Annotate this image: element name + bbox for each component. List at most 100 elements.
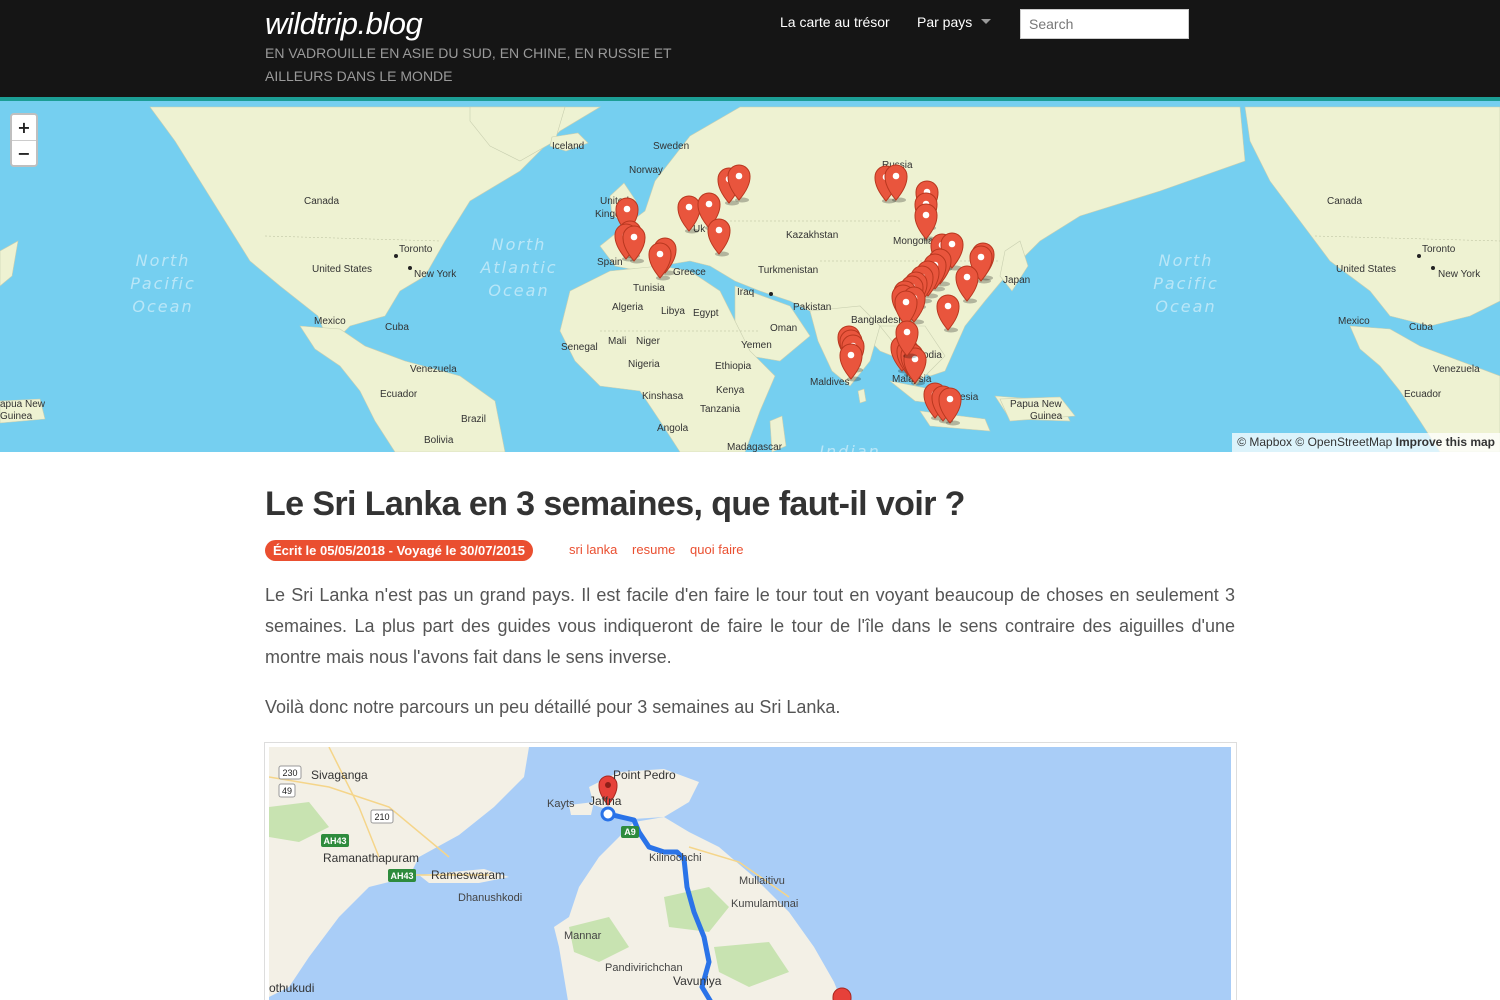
svg-text:Ethiopia: Ethiopia <box>715 361 752 372</box>
post-paragraph: Le Sri Lanka n'est pas un grand pays. Il… <box>265 585 1235 667</box>
route-start-icon <box>600 806 616 822</box>
svg-text:Venezuela: Venezuela <box>1433 364 1480 375</box>
svg-text:A9: A9 <box>624 827 636 837</box>
nav-by-country-dropdown[interactable]: Par pays <box>917 14 992 30</box>
svg-text:Kinshasa: Kinshasa <box>642 391 684 402</box>
svg-text:apua New: apua New <box>0 399 46 410</box>
svg-text:Ocean: Ocean <box>488 281 549 300</box>
svg-text:United States: United States <box>1336 264 1396 275</box>
svg-text:Guinea: Guinea <box>0 411 33 422</box>
zoom-out-button[interactable]: − <box>12 140 36 165</box>
svg-text:Canada: Canada <box>1327 196 1362 207</box>
svg-text:United States: United States <box>312 264 372 275</box>
svg-text:Sweden: Sweden <box>653 141 689 152</box>
nav-treasure-map[interactable]: La carte au trésor <box>780 14 890 30</box>
svg-text:230: 230 <box>282 768 297 778</box>
svg-text:Oman: Oman <box>770 323 797 334</box>
svg-text:Iraq: Iraq <box>737 287 754 298</box>
svg-text:North: North <box>1159 251 1214 270</box>
svg-text:Vavuniya: Vavuniya <box>673 974 722 988</box>
svg-text:Venezuela: Venezuela <box>410 364 457 375</box>
svg-text:Ecuador: Ecuador <box>1404 389 1442 400</box>
svg-text:Pacific: Pacific <box>130 274 196 293</box>
svg-text:Indian: Indian <box>819 442 880 452</box>
svg-text:Senegal: Senegal <box>561 342 598 353</box>
world-map[interactable]: North Pacific Ocean North Atlantic Ocean… <box>0 101 1500 452</box>
svg-text:Yemen: Yemen <box>741 340 772 351</box>
post-title: Le Sri Lanka en 3 semaines, que faut-il … <box>265 485 965 523</box>
svg-text:Kazakhstan: Kazakhstan <box>786 230 838 241</box>
svg-text:210: 210 <box>374 812 389 822</box>
svg-text:Maldives: Maldives <box>810 377 849 388</box>
svg-text:Niger: Niger <box>636 336 661 347</box>
svg-text:Cuba: Cuba <box>385 322 409 333</box>
svg-text:Mannar: Mannar <box>564 930 602 942</box>
svg-text:Pakistan: Pakistan <box>793 302 831 313</box>
svg-text:Kayts: Kayts <box>547 798 575 810</box>
svg-text:Egypt: Egypt <box>693 308 719 319</box>
svg-text:Libya: Libya <box>661 306 685 317</box>
site-tagline: EN VADROUILLE EN ASIE DU SUD, EN CHINE, … <box>265 45 672 84</box>
svg-text:Kenya: Kenya <box>716 385 745 396</box>
svg-text:Toronto: Toronto <box>399 244 433 255</box>
svg-text:Angola: Angola <box>657 423 689 434</box>
tag-link[interactable]: sri lanka <box>569 542 617 557</box>
map-attribution: © Mapbox © OpenStreetMap Improve this ma… <box>1232 433 1500 452</box>
svg-text:Turkmenistan: Turkmenistan <box>758 265 818 276</box>
svg-text:AH43: AH43 <box>390 871 413 881</box>
osm-attribution-link[interactable]: © OpenStreetMap <box>1295 435 1392 449</box>
svg-text:Spain: Spain <box>597 257 623 268</box>
site-title-link[interactable]: wildtrip.blog <box>265 6 423 42</box>
svg-text:Rameswaram: Rameswaram <box>431 868 505 882</box>
svg-text:Bangladesh: Bangladesh <box>851 315 904 326</box>
svg-text:North: North <box>492 235 547 254</box>
svg-text:Cuba: Cuba <box>1409 322 1433 333</box>
svg-text:Papua New: Papua New <box>1010 399 1062 410</box>
svg-text:Ocean: Ocean <box>132 297 193 316</box>
svg-text:New York: New York <box>1438 269 1481 280</box>
svg-text:Atlantic: Atlantic <box>479 258 557 277</box>
world-map-canvas: North Pacific Ocean North Atlantic Ocean… <box>0 106 1500 452</box>
svg-text:Jaffna: Jaffna <box>589 794 622 808</box>
svg-text:Mullaitivu: Mullaitivu <box>739 875 785 887</box>
search-input[interactable] <box>1020 9 1189 39</box>
svg-text:Point Pedro: Point Pedro <box>613 768 676 782</box>
svg-text:Brazil: Brazil <box>461 414 486 425</box>
header-bar <box>0 0 1500 98</box>
improve-map-link[interactable]: Improve this map <box>1396 435 1495 449</box>
sri-lanka-route-map: 230 49 210 AH43 AH43 A9 Sivaganga Point … <box>269 747 1231 1000</box>
map-zoom-control: + − <box>10 113 38 167</box>
svg-text:Greece: Greece <box>673 267 706 278</box>
svg-text:Tunisia: Tunisia <box>633 283 665 294</box>
post-tags: sri lanka resume quoi faire <box>569 542 755 557</box>
world-landmasses <box>0 106 1500 452</box>
svg-text:Kumulamunai: Kumulamunai <box>731 898 798 910</box>
svg-text:othukudi: othukudi <box>269 981 314 995</box>
svg-text:Ramanathapuram: Ramanathapuram <box>323 851 419 865</box>
zoom-in-button[interactable]: + <box>12 115 36 140</box>
svg-text:Iceland: Iceland <box>552 141 584 152</box>
route-map-canvas: 230 49 210 AH43 AH43 A9 Sivaganga Point … <box>269 747 852 1000</box>
post-paragraph: Voilà donc notre parcours un peu détaill… <box>265 697 841 717</box>
svg-text:Norway: Norway <box>629 165 663 176</box>
svg-text:Mali: Mali <box>608 336 626 347</box>
svg-text:Canada: Canada <box>304 196 339 207</box>
svg-text:Sivaganga: Sivaganga <box>311 768 368 782</box>
mapbox-attribution-link[interactable]: © Mapbox <box>1237 435 1292 449</box>
svg-text:Tanzania: Tanzania <box>700 404 740 415</box>
nav-by-country-label: Par pays <box>917 14 973 30</box>
svg-text:New York: New York <box>414 269 457 280</box>
caret-down-icon <box>981 19 992 24</box>
tag-link[interactable]: quoi faire <box>690 542 743 557</box>
tag-link[interactable]: resume <box>632 542 675 557</box>
svg-text:Mexico: Mexico <box>1338 316 1370 327</box>
svg-text:Kilinochchi: Kilinochchi <box>649 852 702 864</box>
svg-text:esia: esia <box>960 392 979 403</box>
svg-text:Guinea: Guinea <box>1030 411 1063 422</box>
svg-text:North: North <box>136 251 191 270</box>
post-date-badge: Écrit le 05/05/2018 - Voyagé le 30/07/20… <box>265 540 533 561</box>
svg-text:49: 49 <box>282 786 292 796</box>
svg-text:Algeria: Algeria <box>612 302 644 313</box>
svg-text:AH43: AH43 <box>323 836 346 846</box>
svg-text:Ecuador: Ecuador <box>380 389 418 400</box>
